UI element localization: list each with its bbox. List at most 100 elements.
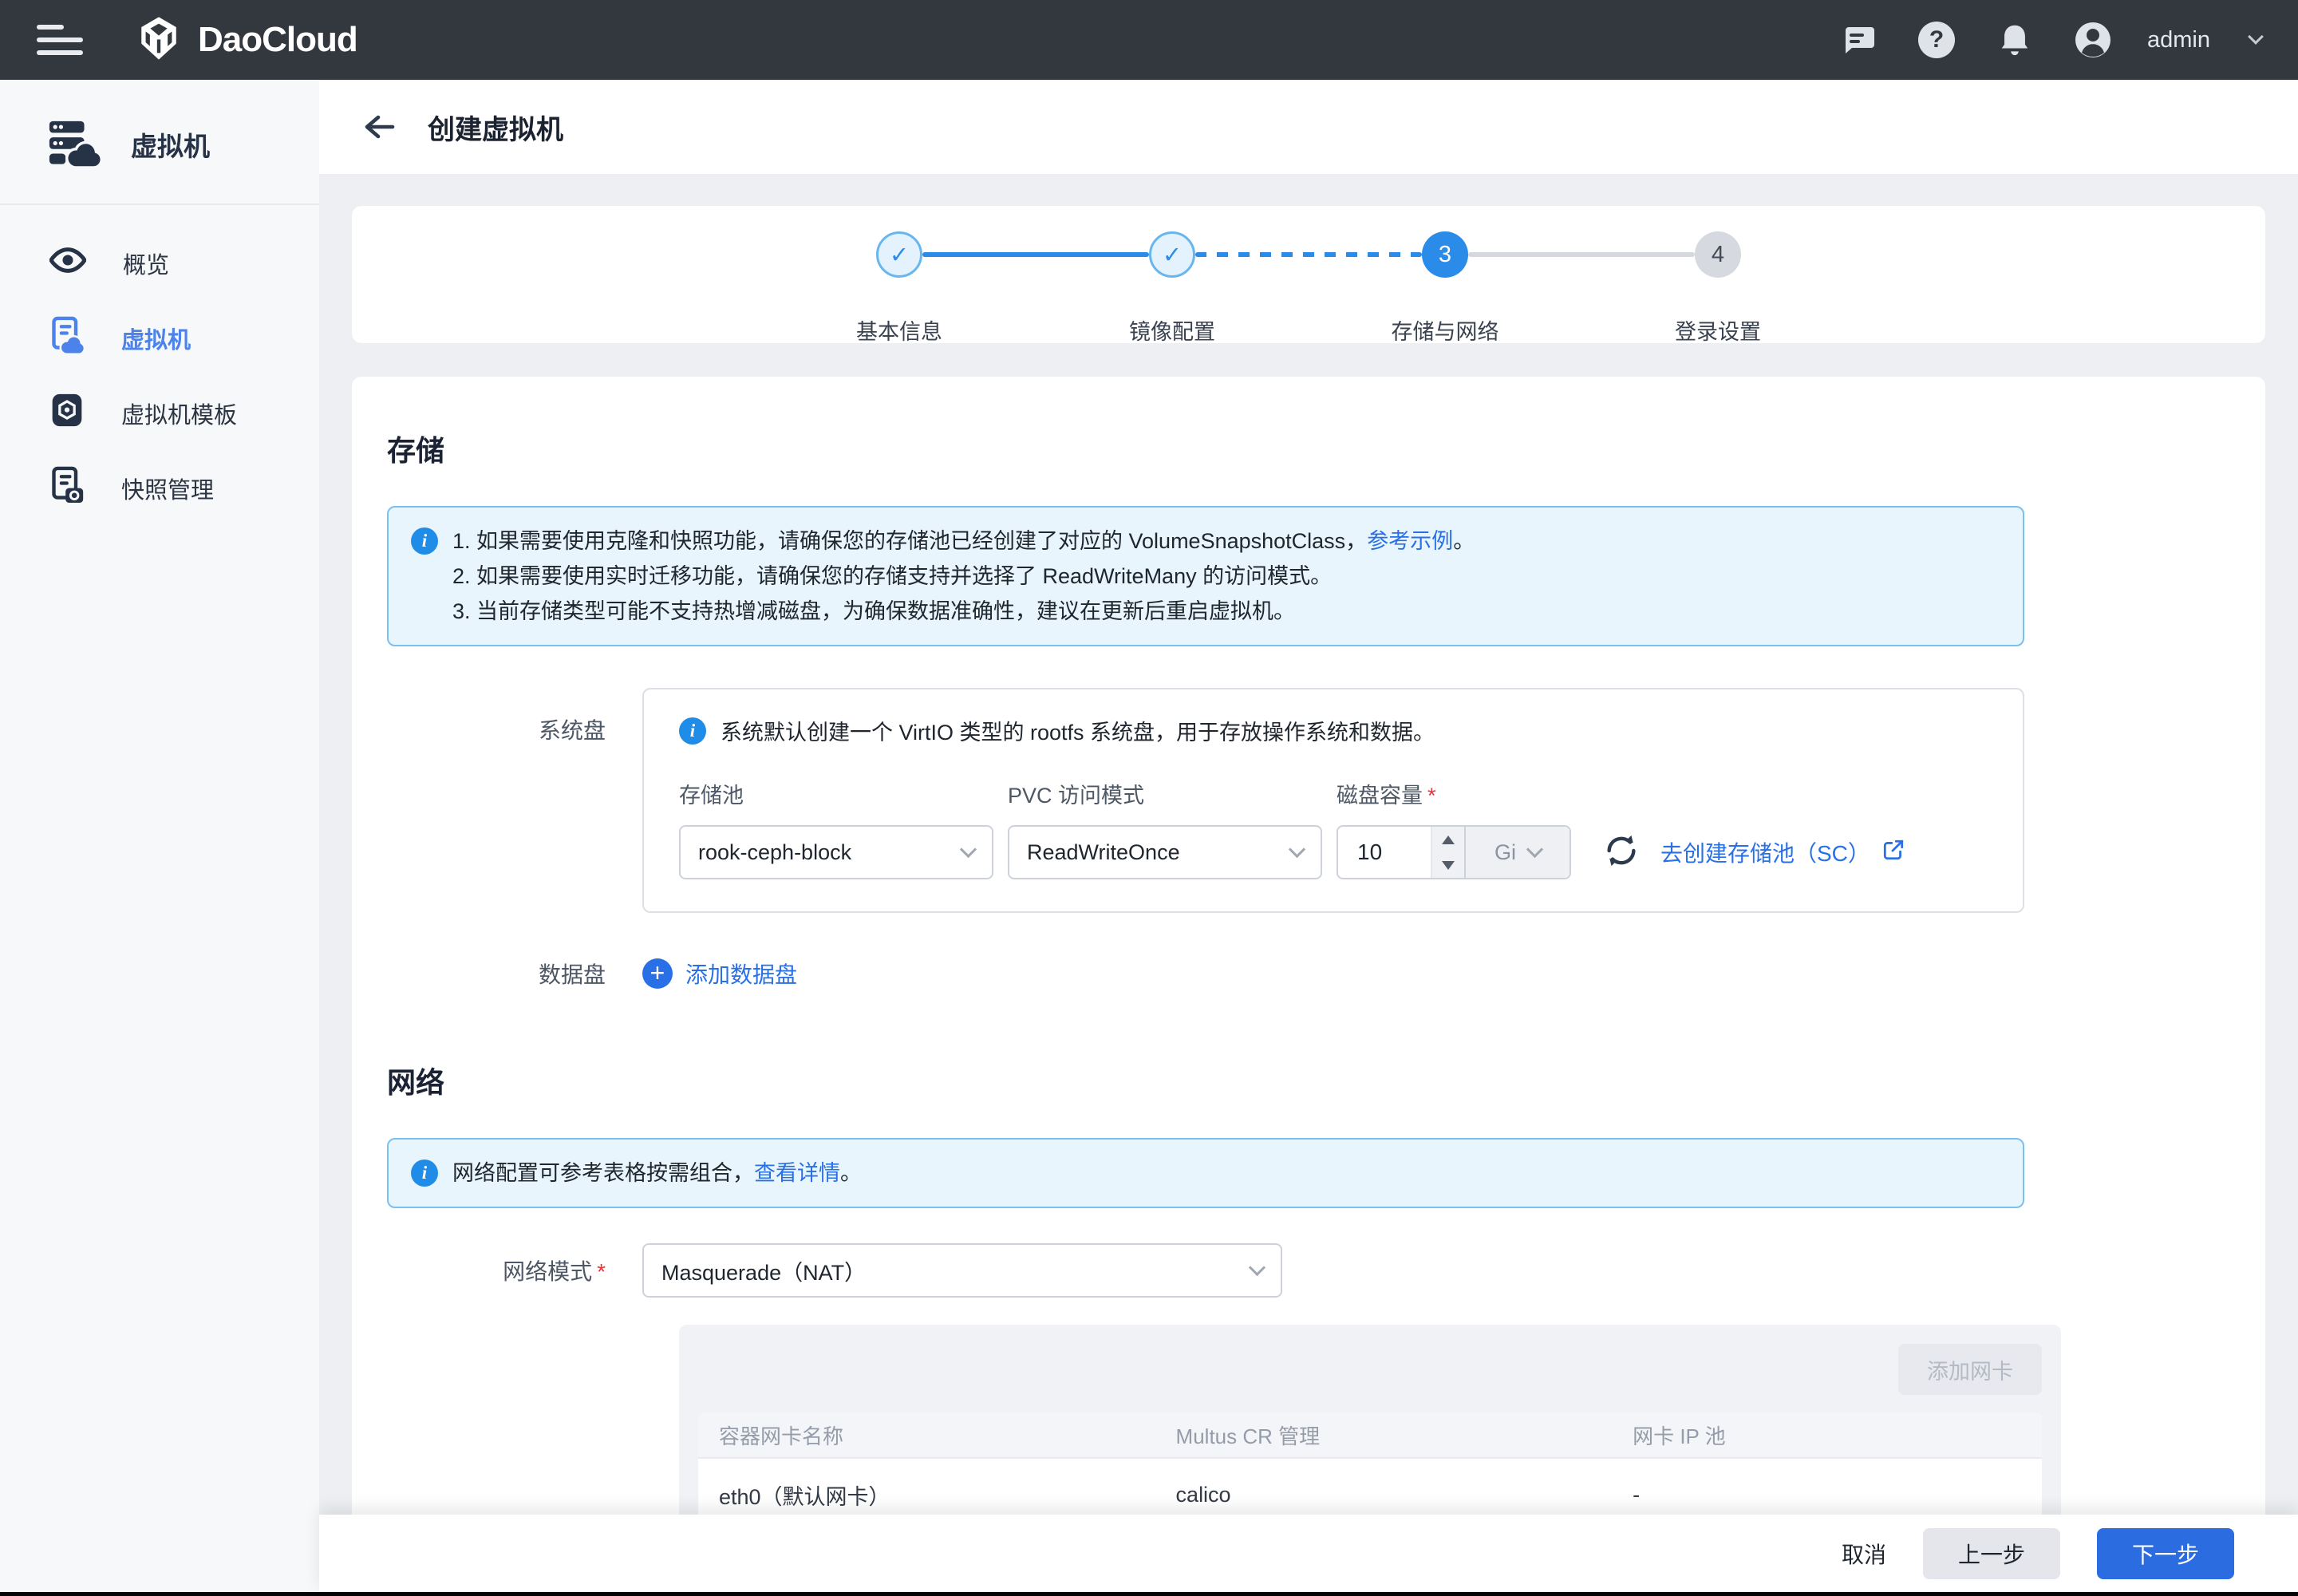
- nic-multus-cell: calico: [1155, 1483, 1613, 1507]
- storage-pool-field: 存储池 rook-ceph-block: [679, 778, 993, 879]
- step-connector-2: [1195, 252, 1422, 257]
- brand-logo: DaoCloud: [136, 15, 357, 65]
- next-step-button[interactable]: 下一步: [2097, 1528, 2234, 1579]
- user-menu-chevron-icon[interactable]: [2248, 29, 2264, 45]
- step-2-circle[interactable]: ✓: [1149, 231, 1195, 278]
- network-mode-select[interactable]: Masquerade（NAT）: [642, 1243, 1282, 1298]
- storage-network-form-card: 存储 i 1. 如果需要使用克隆和快照功能，请确保您的存储池已经创建了对应的 V…: [352, 377, 2265, 1515]
- network-mode-label: 网络模式*: [387, 1254, 642, 1286]
- add-nic-button[interactable]: 添加网卡: [1898, 1344, 2042, 1395]
- step-1-circle[interactable]: ✓: [876, 231, 922, 278]
- step-3-label: 存储与网络: [1392, 314, 1499, 346]
- info-icon: i: [679, 717, 706, 745]
- sidebar-item-label: 虚拟机: [121, 322, 191, 355]
- storage-pool-label: 存储池: [679, 778, 993, 809]
- network-section-title: 网络: [387, 1060, 2265, 1101]
- chevron-down-icon: [960, 841, 977, 858]
- sidebar-item-label: 概览: [123, 247, 169, 280]
- step-connector-3: [1468, 252, 1695, 257]
- sidebar-item-snapshot[interactable]: 快照管理: [0, 451, 319, 526]
- eye-icon: [49, 247, 86, 280]
- top-navbar: DaoCloud ? admin: [0, 0, 2298, 80]
- pvc-access-select[interactable]: ReadWriteOnce: [1008, 825, 1322, 879]
- sidebar-divider: [0, 203, 319, 205]
- system-disk-panel: i 系统默认创建一个 VirtIO 类型的 rootfs 系统盘，用于存放操作系…: [642, 688, 2024, 913]
- external-link-icon[interactable]: [1881, 838, 1905, 867]
- storage-notice: i 1. 如果需要使用克隆和快照功能，请确保您的存储池已经创建了对应的 Volu…: [387, 506, 2024, 646]
- step-4-circle[interactable]: 4: [1695, 231, 1741, 278]
- vm-doc-cloud-icon: [49, 316, 85, 361]
- template-cube-icon: [49, 391, 85, 436]
- info-icon: i: [411, 1159, 438, 1187]
- chevron-down-icon: [1289, 841, 1305, 858]
- sidebar-module-title: 虚拟机: [131, 125, 210, 164]
- system-disk-label: 系统盘: [387, 688, 642, 913]
- nic-table-header-name: 容器网卡名称: [698, 1420, 1155, 1450]
- content-scroll-area[interactable]: ✓ ✓ 3 4 基本信息 镜像配置 存储与网络 登录设置 存储: [319, 174, 2298, 1515]
- stepper-down-icon[interactable]: [1432, 852, 1464, 878]
- brand-name: DaoCloud: [198, 20, 357, 60]
- chat-icon[interactable]: [1839, 21, 1877, 59]
- menu-toggle-icon[interactable]: [37, 22, 83, 58]
- chevron-down-icon: [1526, 841, 1543, 858]
- sidebar-item-vm[interactable]: 虚拟机: [0, 301, 319, 376]
- nic-name-cell: eth0（默认网卡）: [698, 1479, 1155, 1511]
- nic-table-header: 容器网卡名称 Multus CR 管理 网卡 IP 池: [698, 1412, 2042, 1459]
- refresh-icon[interactable]: [1603, 832, 1640, 873]
- capacity-unit-select[interactable]: Gi: [1464, 827, 1570, 878]
- user-avatar[interactable]: [2074, 21, 2112, 59]
- view-details-link[interactable]: 查看详情: [754, 1161, 840, 1185]
- network-notice-line: 网络配置可参考表格按需组合，查看详情。: [452, 1156, 862, 1191]
- wizard-stepper: ✓ ✓ 3 4 基本信息 镜像配置 存储与网络 登录设置: [352, 206, 2265, 343]
- capacity-stepper: [1431, 827, 1464, 878]
- storage-notice-line3: 3. 当前存储类型可能不支持热增减磁盘，为确保数据准确性，建议在更新后重启虚拟机…: [452, 594, 1475, 629]
- storage-section-title: 存储: [387, 428, 2265, 469]
- disk-capacity-label: 磁盘容量*: [1337, 778, 1571, 809]
- chevron-down-icon: [1249, 1259, 1265, 1276]
- sidebar: 虚拟机 概览 虚拟机 虚拟机模板: [0, 80, 319, 1592]
- step-4-label: 登录设置: [1675, 314, 1761, 346]
- nic-table-header-ip-pool: 网卡 IP 池: [1612, 1420, 2042, 1450]
- nic-table-header-multus: Multus CR 管理: [1155, 1420, 1613, 1450]
- step-3-circle[interactable]: 3: [1422, 231, 1468, 278]
- stepper-up-icon[interactable]: [1432, 827, 1464, 852]
- step-1-label: 基本信息: [856, 314, 942, 346]
- plus-circle-icon: +: [642, 958, 673, 989]
- network-notice: i 网络配置可参考表格按需组合，查看详情。: [387, 1138, 2024, 1208]
- window-bottom-edge: [0, 1592, 2298, 1596]
- add-data-disk-link[interactable]: + 添加数据盘: [642, 958, 797, 990]
- pvc-access-field: PVC 访问模式 ReadWriteOnce: [1008, 778, 1322, 879]
- nic-ip-pool-cell: -: [1612, 1483, 2042, 1507]
- storage-notice-line1: 1. 如果需要使用克隆和快照功能，请确保您的存储池已经创建了对应的 Volume…: [452, 523, 1475, 559]
- disk-capacity-input[interactable]: 10: [1338, 827, 1431, 878]
- step-2-label: 镜像配置: [1129, 314, 1215, 346]
- step-connector-1: [922, 252, 1149, 257]
- info-icon: i: [411, 527, 438, 555]
- sidebar-item-vm-template[interactable]: 虚拟机模板: [0, 376, 319, 451]
- sidebar-item-overview[interactable]: 概览: [0, 226, 319, 301]
- vm-module-icon: [45, 117, 101, 172]
- page-title: 创建虚拟机: [428, 108, 563, 147]
- sidebar-module-header: 虚拟机: [0, 117, 319, 172]
- create-storage-pool-link[interactable]: 去创建存储池（SC）: [1660, 836, 1870, 868]
- notification-bell-icon[interactable]: [1996, 21, 2034, 59]
- table-row[interactable]: eth0（默认网卡） calico -: [698, 1459, 2042, 1515]
- back-arrow-icon[interactable]: [362, 111, 397, 143]
- nic-table-panel: 添加网卡 容器网卡名称 Multus CR 管理 网卡 IP 池 eth0（默认…: [679, 1325, 2061, 1515]
- data-disk-label: 数据盘: [387, 958, 642, 990]
- required-mark: *: [1427, 784, 1436, 808]
- storage-notice-line2: 2. 如果需要使用实时迁移功能，请确保您的存储支持并选择了 ReadWriteM…: [452, 559, 1475, 594]
- username[interactable]: admin: [2147, 27, 2210, 53]
- storage-pool-select[interactable]: rook-ceph-block: [679, 825, 993, 879]
- disk-capacity-field: 磁盘容量* 10 Gi: [1337, 778, 1571, 879]
- snapshot-camera-icon: [49, 466, 85, 511]
- cancel-button[interactable]: 取消: [1842, 1538, 1886, 1570]
- daocloud-logo-icon: [136, 15, 182, 65]
- wizard-footer: 取消 上一步 下一步: [319, 1515, 2298, 1592]
- reference-example-link[interactable]: 参考示例: [1367, 529, 1453, 553]
- sidebar-item-label: 快照管理: [121, 472, 214, 505]
- previous-step-button[interactable]: 上一步: [1923, 1528, 2060, 1579]
- sidebar-item-label: 虚拟机模板: [121, 397, 237, 430]
- page-header: 创建虚拟机: [319, 80, 2298, 174]
- help-icon[interactable]: ?: [1917, 21, 1956, 59]
